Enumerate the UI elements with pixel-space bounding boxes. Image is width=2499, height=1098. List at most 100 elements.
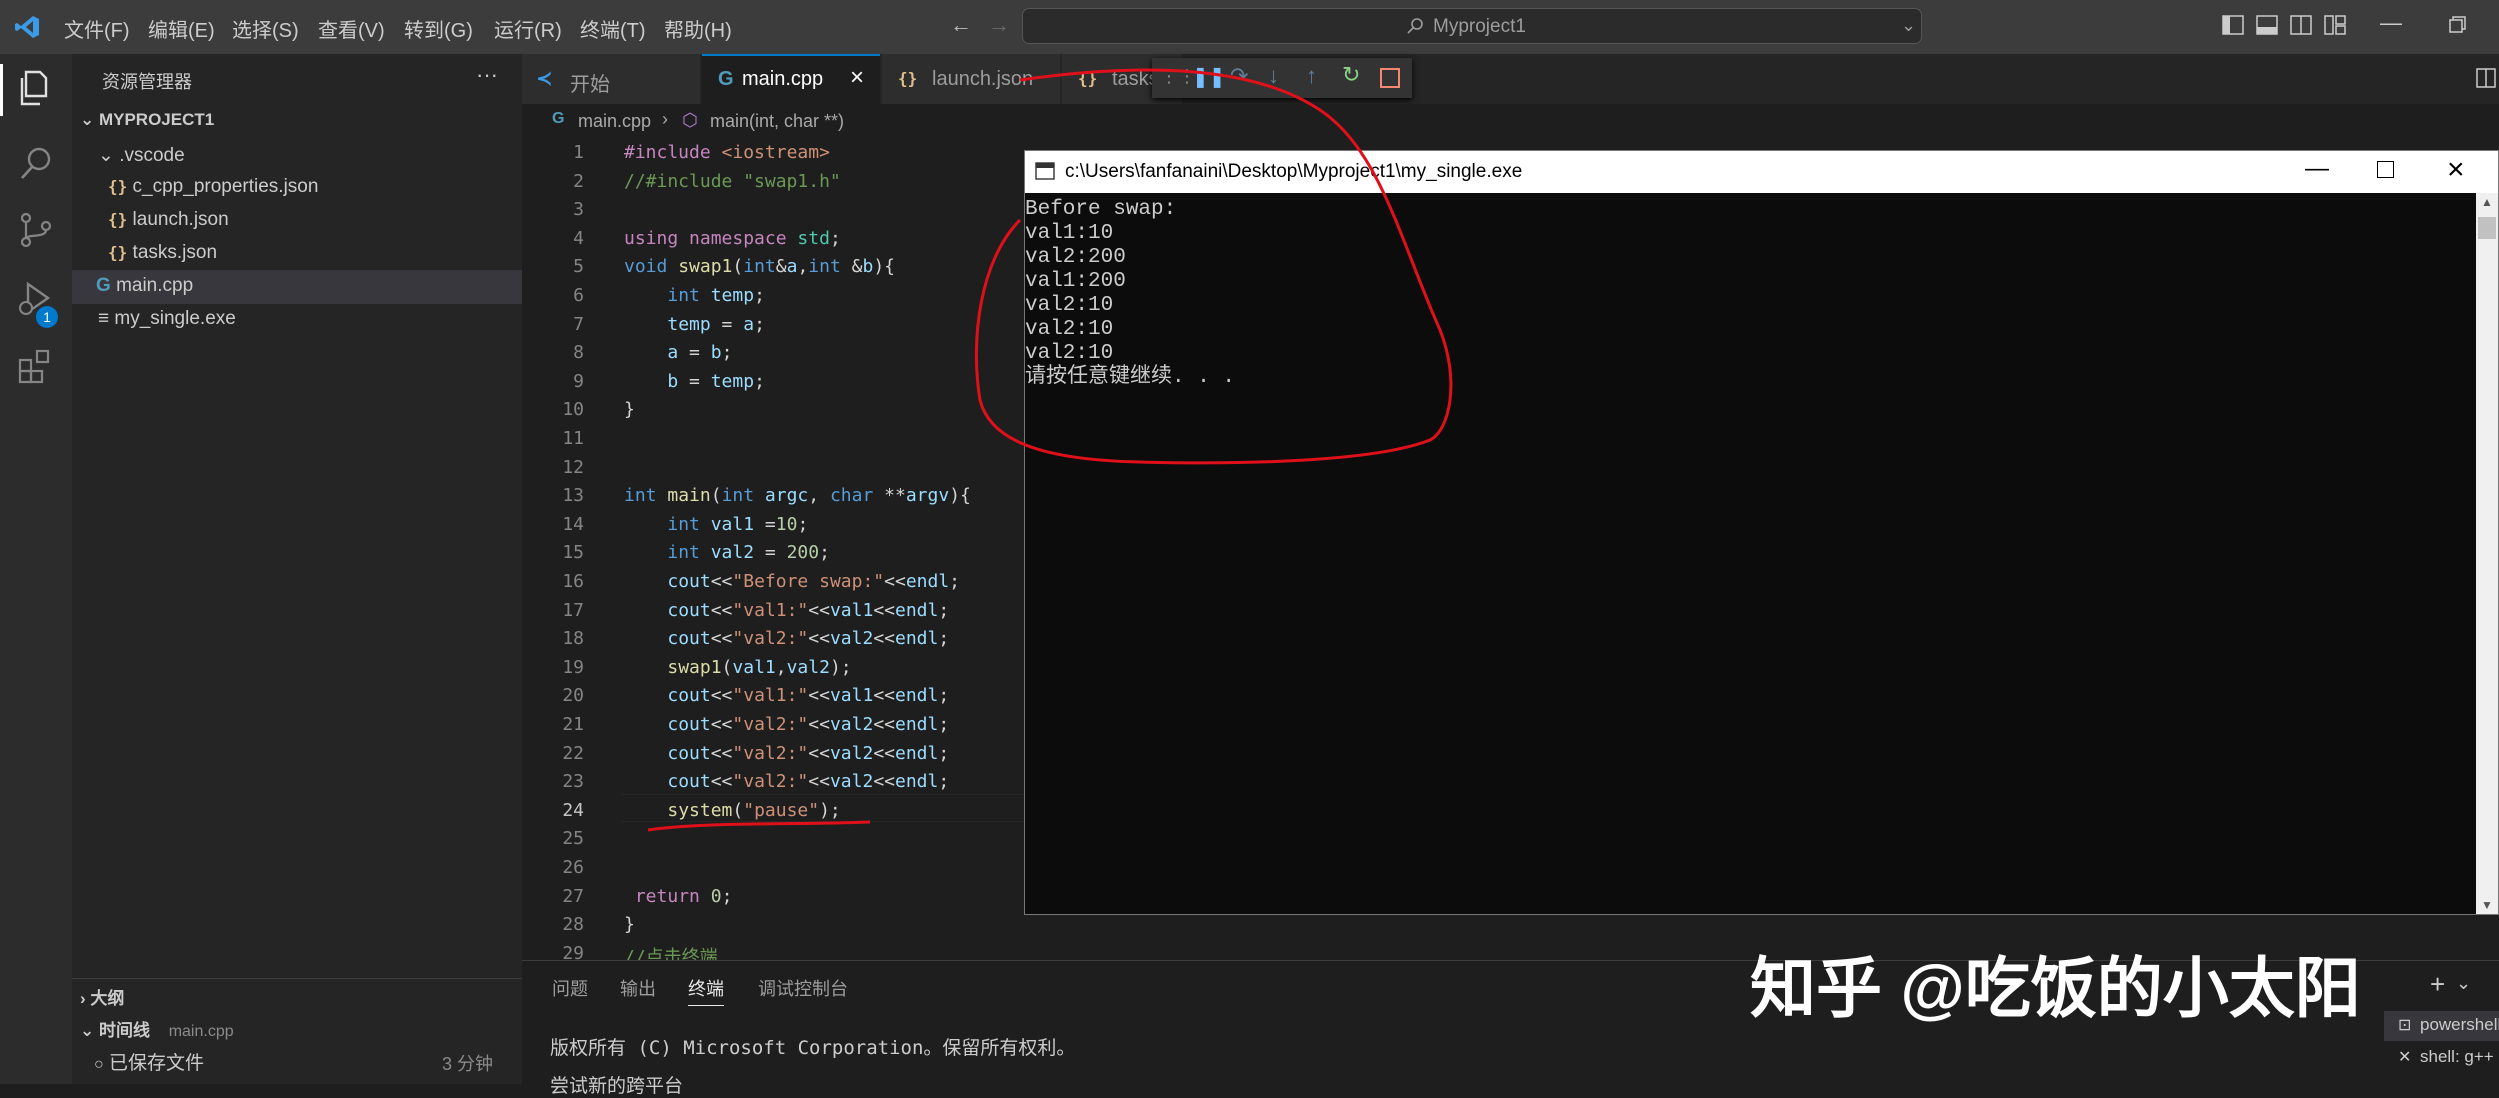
file-tasks-json[interactable]: {} tasks.json (108, 242, 217, 264)
panel-tab-problems[interactable]: 问题 (552, 975, 588, 1001)
forward-arrow-icon[interactable]: → (988, 12, 1010, 38)
panel-tab-output[interactable]: 输出 (620, 975, 656, 1001)
code-line[interactable]: void swap1(int&a,int &b){ (624, 256, 895, 277)
breadcrumb-file[interactable]: main.cpp (578, 111, 651, 132)
line-number: 7 (573, 313, 584, 335)
menu-help[interactable]: 帮助(H) (664, 14, 732, 43)
search-icon[interactable] (14, 142, 58, 186)
source-control-icon[interactable] (14, 208, 58, 252)
console-window[interactable]: c:\Users\fanfanaini\Desktop\Myproject1\m… (1024, 150, 2499, 915)
toggle-secondary-sidebar-icon[interactable] (2290, 15, 2312, 35)
step-into-icon[interactable]: ↓ (1268, 63, 1279, 89)
active-indicator (0, 64, 3, 116)
customize-layout-icon[interactable] (2324, 15, 2346, 35)
scroll-up-icon[interactable]: ▲ (2481, 195, 2493, 209)
menu-go[interactable]: 转到(G) (404, 14, 473, 43)
menu-edit[interactable]: 编辑(E) (148, 14, 215, 43)
back-arrow-icon[interactable]: ← (950, 12, 972, 38)
line-number: 4 (573, 227, 584, 249)
menu-run[interactable]: 运行(R) (494, 14, 562, 43)
file-main-cpp[interactable]: G main.cpp (96, 275, 193, 297)
toggle-sidebar-icon[interactable] (2222, 15, 2244, 35)
code-line[interactable]: system("pause"); (624, 800, 840, 821)
terminal-list-item-powershell[interactable]: ⊡ powershell (2384, 1011, 2499, 1041)
terminal-name: shell: g++ (2420, 1047, 2494, 1066)
split-editor-icon[interactable] (2476, 68, 2496, 88)
restart-icon[interactable]: ↻ (1342, 62, 1360, 88)
timeline-entry[interactable]: ○ 已保存文件 (94, 1048, 204, 1075)
menu-terminal[interactable]: 终端(T) (580, 14, 646, 43)
menu-file[interactable]: 文件(F) (64, 14, 130, 43)
minimize-window-icon[interactable]: — (2380, 10, 2402, 36)
command-center-search[interactable]: Myproject1 ⌄ (1022, 8, 1922, 44)
code-line[interactable]: } (624, 399, 635, 420)
close-icon[interactable]: × (2447, 153, 2465, 187)
code-line[interactable]: #include <iostream> (624, 142, 830, 163)
code-line[interactable]: b = temp; (624, 371, 765, 392)
chevron-down-icon[interactable]: ⌄ (2456, 973, 2471, 994)
line-number: 21 (562, 714, 584, 735)
code-line[interactable]: cout<<"val1:"<<val1<<endl; (624, 600, 949, 621)
explorer-icon[interactable] (14, 66, 58, 110)
file-my-single-exe[interactable]: ≡ my_single.exe (98, 308, 236, 330)
code-line[interactable]: temp = a; (624, 314, 765, 335)
console-scrollbar[interactable]: ▲ ▼ (2476, 193, 2498, 914)
file-c-cpp-properties[interactable]: {} c_cpp_properties.json (108, 176, 318, 198)
minimize-window-icon[interactable]: — (2305, 155, 2329, 183)
code-line[interactable]: int val1 =10; (624, 514, 808, 535)
code-line[interactable]: swap1(val1,val2); (624, 657, 851, 678)
code-line[interactable]: cout<<"val2:"<<val2<<endl; (624, 628, 949, 649)
code-line[interactable]: //点击终端 (624, 943, 718, 960)
outline-section[interactable]: › 大纲 (80, 984, 124, 1009)
code-line[interactable]: cout<<"val2:"<<val2<<endl; (624, 714, 949, 735)
code-line[interactable]: int main(int argc, char **argv){ (624, 485, 971, 506)
json-file-icon: {} (898, 69, 918, 88)
code-line[interactable]: a = b; (624, 342, 732, 363)
code-line[interactable]: int temp; (624, 285, 765, 306)
step-out-icon[interactable]: ↑ (1306, 63, 1317, 89)
tab-welcome[interactable]: ≺ 开始 (522, 54, 700, 104)
chevron-right-icon: › (662, 109, 668, 129)
toggle-panel-icon[interactable] (2256, 15, 2278, 35)
project-folder[interactable]: ⌄ MYPROJECT1 (80, 110, 214, 130)
stop-icon[interactable] (1380, 68, 1400, 88)
code-line[interactable]: using namespace std; (624, 228, 841, 249)
timeline-section[interactable]: ⌄ 时间线 main.cpp (80, 1016, 234, 1041)
scroll-down-icon[interactable]: ▼ (2481, 898, 2493, 912)
maximize-window-icon[interactable] (2377, 161, 2394, 178)
file-launch-json[interactable]: {} launch.json (108, 209, 229, 231)
tab-launch-json[interactable]: {} launch.json (882, 54, 1060, 104)
code-line[interactable]: cout<<"val1:"<<val1<<endl; (624, 685, 949, 706)
console-app-icon (1035, 162, 1055, 180)
scroll-thumb[interactable] (2478, 217, 2496, 239)
step-over-icon[interactable]: ↷ (1230, 63, 1248, 89)
timeline-label: 时间线 (98, 1021, 150, 1040)
tab-label: 开始 (570, 74, 610, 96)
more-actions-icon[interactable]: ··· (476, 62, 498, 88)
panel-tab-debug-console[interactable]: 调试控制台 (758, 975, 848, 1001)
breadcrumb-symbol[interactable]: main(int, char **) (710, 111, 844, 132)
restore-window-icon[interactable] (2448, 15, 2468, 35)
menu-view[interactable]: 查看(V) (318, 14, 385, 43)
new-terminal-icon[interactable]: + (2430, 969, 2445, 1000)
cpp-file-icon: G (96, 275, 111, 296)
code-line[interactable]: } (624, 914, 635, 935)
panel-tab-terminal[interactable]: 终端 (688, 975, 724, 1006)
drag-handle-icon[interactable]: ⋮⋮ (1160, 66, 1196, 87)
code-line[interactable]: cout<<"val2:"<<val2<<endl; (624, 743, 949, 764)
json-file-icon: {} (108, 210, 128, 229)
divider (72, 978, 522, 979)
tab-main-cpp[interactable]: G main.cpp × (702, 54, 880, 104)
menu-selection[interactable]: 选择(S) (232, 14, 299, 43)
code-line[interactable]: int val2 = 200; (624, 542, 830, 563)
code-line[interactable]: cout<<"val2:"<<val2<<endl; (624, 771, 949, 792)
code-line[interactable]: return 0; (624, 886, 733, 907)
close-icon[interactable]: × (850, 64, 864, 92)
terminal-list-item-shell[interactable]: ✕ shell: g++ (2384, 1043, 2499, 1073)
code-line[interactable]: cout<<"Before swap:"<<endl; (624, 571, 960, 592)
code-line[interactable]: //#include "swap1.h" (624, 171, 841, 192)
vscode-folder[interactable]: ⌄ .vscode (98, 144, 185, 167)
extensions-icon[interactable] (14, 344, 58, 388)
sidebar-title: 资源管理器 (102, 72, 192, 92)
pause-icon[interactable]: ❚❚ (1192, 64, 1226, 89)
